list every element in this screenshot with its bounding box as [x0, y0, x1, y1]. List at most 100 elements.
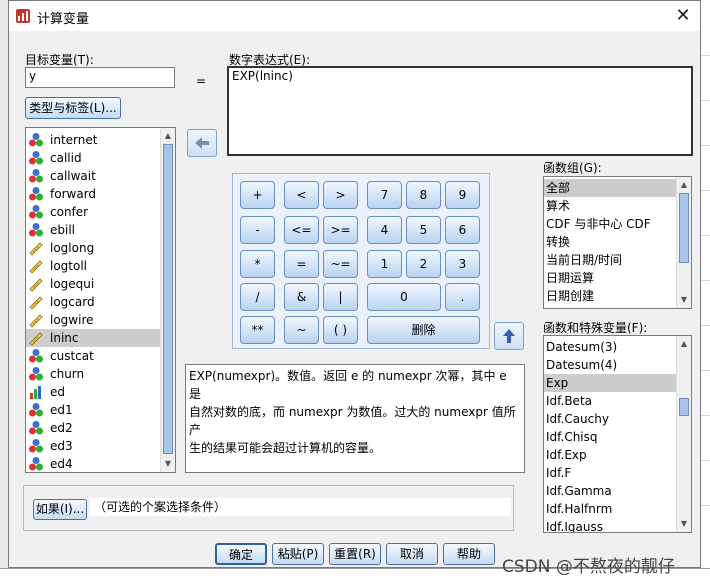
function-item[interactable]: Idf.Gamma — [544, 482, 691, 500]
variable-item[interactable]: internet — [26, 131, 175, 149]
key-decimal[interactable]: . — [445, 283, 480, 311]
key-8[interactable]: 8 — [406, 181, 441, 209]
key-greater-than[interactable]: > — [323, 181, 358, 209]
function-item[interactable]: Datesum(3) — [544, 338, 691, 356]
variable-item[interactable]: confer — [26, 203, 175, 221]
function-item[interactable]: Idf.Halfnrm — [544, 500, 691, 518]
function-group-item[interactable]: 算术 — [544, 197, 691, 215]
variable-item[interactable]: ed1 — [26, 401, 175, 419]
description-line-1: EXP(numexpr)。数值。返回 e 的 numexpr 次幂，其中 e 是 — [189, 369, 507, 401]
key-5[interactable]: 5 — [406, 216, 441, 244]
function-item[interactable]: Datesum(4) — [544, 356, 691, 374]
scroll-thumb[interactable] — [679, 398, 689, 416]
scroll-up-icon[interactable]: ▲ — [161, 129, 175, 143]
key-6[interactable]: 6 — [445, 216, 480, 244]
key-2[interactable]: 2 — [406, 250, 441, 278]
ok-button[interactable]: 确定 — [215, 543, 267, 565]
scroll-thumb[interactable] — [679, 193, 689, 263]
nominal-icon — [29, 457, 43, 471]
variable-item[interactable]: logtoll — [26, 257, 175, 275]
ordinal-icon — [30, 386, 41, 399]
scroll-up-icon[interactable]: ▲ — [677, 178, 691, 192]
function-item[interactable]: Idf.Exp — [544, 446, 691, 464]
function-group-scrollbar[interactable]: ▲ ▼ — [676, 177, 691, 308]
variable-item[interactable]: callid — [26, 149, 175, 167]
if-button[interactable]: 如果(I)... — [33, 499, 87, 520]
nominal-icon — [29, 349, 43, 363]
variable-item[interactable]: ed — [26, 383, 175, 401]
key-not-equal[interactable]: ~= — [323, 250, 358, 278]
variable-name: logequi — [50, 277, 95, 291]
scroll-thumb[interactable] — [163, 144, 173, 454]
key-1[interactable]: 1 — [367, 250, 402, 278]
scroll-up-icon[interactable]: ▲ — [677, 337, 691, 351]
key-less-than[interactable]: < — [284, 181, 319, 209]
key-3[interactable]: 3 — [445, 250, 480, 278]
key-less-equal[interactable]: <= — [284, 216, 319, 244]
function-group-item[interactable]: 当前日期/时间 — [544, 251, 691, 269]
key-power[interactable]: ** — [240, 316, 275, 344]
key-equal[interactable]: = — [284, 250, 319, 278]
insert-function-button[interactable] — [494, 322, 524, 350]
function-item[interactable]: Idf.Beta — [544, 392, 691, 410]
variable-item[interactable]: custcat — [26, 347, 175, 365]
function-item[interactable]: Idf.F — [544, 464, 691, 482]
function-item[interactable]: Idf.Chisq — [544, 428, 691, 446]
variable-item[interactable]: ebill — [26, 221, 175, 239]
function-list-scrollbar[interactable]: ▲ ▼ — [676, 336, 691, 532]
variable-item[interactable]: churn — [26, 365, 175, 383]
key-divide[interactable]: / — [240, 283, 275, 311]
function-group-item[interactable]: 转换 — [544, 233, 691, 251]
variable-item[interactable]: forward — [26, 185, 175, 203]
function-group-item[interactable]: 日期提取 — [544, 305, 691, 308]
key-9[interactable]: 9 — [445, 181, 480, 209]
variable-item[interactable]: callwait — [26, 167, 175, 185]
variable-item[interactable]: logcard — [26, 293, 175, 311]
function-list[interactable]: Datesum(3) Datesum(4) Exp Idf.Beta Idf.Cauch… — [543, 335, 692, 533]
scroll-down-icon[interactable]: ▼ — [677, 293, 691, 307]
function-group-item[interactable]: 日期运算 — [544, 269, 691, 287]
type-and-label-button[interactable]: 类型与标签(L)... — [25, 97, 121, 119]
variable-item[interactable]: ed2 — [26, 419, 175, 437]
variable-item[interactable]: lninc — [26, 329, 175, 347]
function-item[interactable]: Exp — [544, 374, 691, 392]
variable-list[interactable]: internet callid callwait forward confer ebill… — [25, 127, 176, 473]
reset-button[interactable]: 重置(R) — [329, 543, 381, 565]
arrow-up-icon — [503, 329, 515, 343]
variable-item[interactable]: logequi — [26, 275, 175, 293]
cancel-button[interactable]: 取消 — [386, 543, 438, 565]
close-icon[interactable]: ✕ — [672, 5, 694, 27]
function-item[interactable]: Idf.Igauss — [544, 518, 691, 532]
help-button[interactable]: 帮助 — [443, 543, 495, 565]
function-group-list[interactable]: 全部算术CDF 与非中心 CDF转换当前日期/时间日期运算日期创建日期提取 ▲ … — [543, 176, 692, 309]
key-4[interactable]: 4 — [367, 216, 402, 244]
variable-name: ed — [50, 385, 65, 399]
scroll-down-icon[interactable]: ▼ — [161, 457, 175, 471]
key-greater-equal[interactable]: >= — [323, 216, 358, 244]
variable-item[interactable]: logwire — [26, 311, 175, 329]
variable-item[interactable]: loglong — [26, 239, 175, 257]
move-to-expression-button[interactable] — [187, 129, 217, 157]
key-not[interactable]: ~ — [284, 316, 319, 344]
variable-list-scrollbar[interactable]: ▲ ▼ — [160, 128, 175, 472]
key-7[interactable]: 7 — [367, 181, 402, 209]
paste-button[interactable]: 粘贴(P) — [272, 543, 324, 565]
key-parentheses[interactable]: ( ) — [323, 316, 358, 344]
function-group-item[interactable]: 日期创建 — [544, 287, 691, 305]
key-multiply[interactable]: * — [240, 250, 275, 278]
function-item[interactable]: Idf.Cauchy — [544, 410, 691, 428]
key-plus[interactable]: + — [240, 181, 275, 209]
function-group-item[interactable]: 全部 — [544, 179, 691, 197]
function-group-item[interactable]: CDF 与非中心 CDF — [544, 215, 691, 233]
key-or[interactable]: | — [323, 283, 358, 311]
key-0[interactable]: 0 — [367, 283, 441, 311]
key-minus[interactable]: - — [240, 216, 275, 244]
key-and[interactable]: & — [284, 283, 319, 311]
variable-name: logwire — [50, 313, 94, 327]
key-delete[interactable]: 删除 — [367, 316, 480, 344]
variable-item[interactable]: ed3 — [26, 437, 175, 455]
scroll-down-icon[interactable]: ▼ — [677, 517, 691, 531]
target-variable-input[interactable]: y — [25, 67, 175, 88]
numeric-expression-input[interactable]: EXP(lninc) — [227, 66, 693, 156]
variable-item[interactable]: ed4 — [26, 455, 175, 472]
